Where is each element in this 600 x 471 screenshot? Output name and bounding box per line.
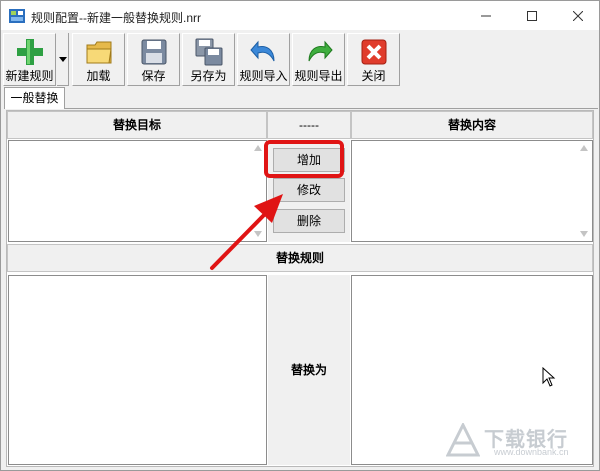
watermark-logo-icon [446,423,480,457]
annotation-arrow [210,194,283,270]
watermark-url: www.downbank.cn [494,447,569,457]
mouse-cursor-icon [542,367,556,387]
watermark: 下载银行 www.downbank.cn [446,423,586,459]
